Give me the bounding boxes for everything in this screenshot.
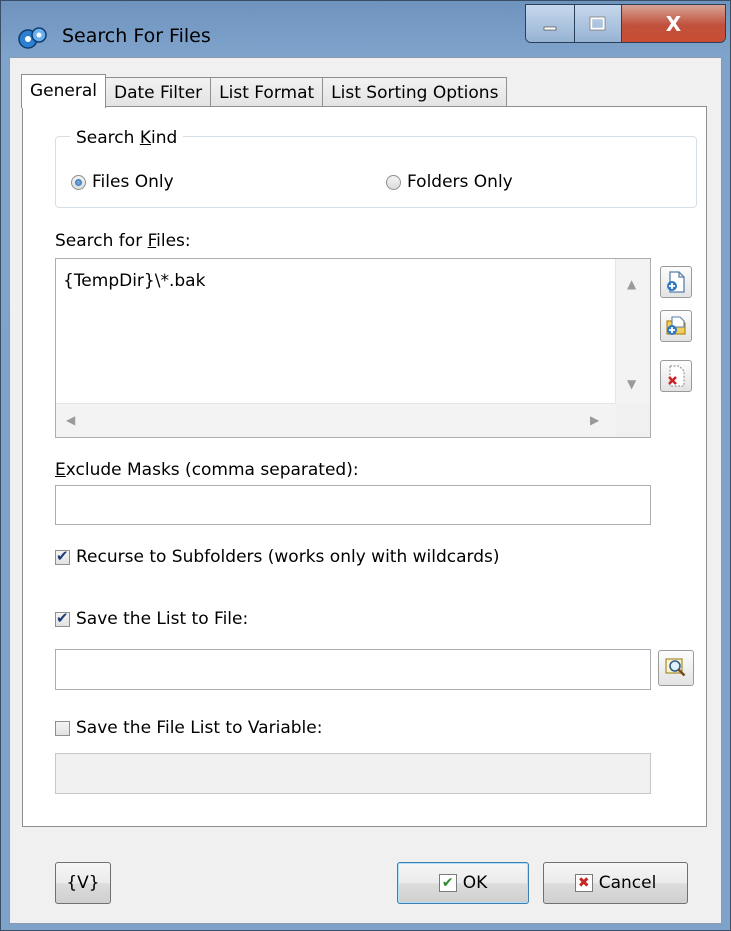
scroll-right-icon[interactable]: ▶ bbox=[590, 413, 599, 427]
ok-button[interactable]: ✔ OK bbox=[397, 862, 529, 904]
add-file-icon bbox=[667, 271, 685, 293]
save-variable-input bbox=[55, 753, 651, 794]
maximize-icon bbox=[589, 16, 606, 30]
vertical-scrollbar[interactable]: ▲ ▼ bbox=[615, 259, 650, 405]
checkbox-indicator bbox=[55, 720, 70, 736]
tab-strip: General Date Filter List Format List Sor… bbox=[21, 73, 508, 108]
cancel-x-icon: ✖ bbox=[574, 874, 593, 892]
radio-files-only-label: Files Only bbox=[92, 172, 174, 192]
radio-indicator bbox=[71, 174, 86, 190]
minimize-icon bbox=[543, 26, 557, 30]
insert-variable-button[interactable]: {V} bbox=[55, 862, 111, 904]
remove-file-icon bbox=[668, 365, 685, 387]
add-folder-icon bbox=[666, 316, 686, 335]
save-to-variable-label: Save the File List to Variable: bbox=[76, 718, 323, 738]
radio-folders-only-label: Folders Only bbox=[407, 172, 513, 192]
browse-magnifier-icon bbox=[665, 658, 686, 677]
save-to-variable-checkbox[interactable]: Save the File List to Variable: bbox=[55, 718, 322, 738]
window-title: Search For Files bbox=[62, 25, 211, 47]
exclude-masks-input[interactable] bbox=[55, 485, 651, 525]
tab-list-format[interactable]: List Format bbox=[210, 77, 324, 107]
close-button[interactable]: X bbox=[622, 5, 725, 42]
search-files-label: Search for Files: bbox=[55, 231, 191, 251]
insert-variable-label: {V} bbox=[66, 873, 100, 893]
app-icon bbox=[18, 27, 47, 49]
save-list-to-file-label: Save the List to File: bbox=[76, 609, 249, 629]
scroll-down-icon[interactable]: ▼ bbox=[627, 377, 636, 391]
checkmark-icon: ✔ bbox=[438, 874, 457, 892]
minimize-button[interactable] bbox=[526, 5, 575, 42]
close-icon: X bbox=[665, 11, 682, 36]
search-files-textarea[interactable]: {TempDir}\*.bak ▲ ▼ ◀ ▶ bbox=[55, 258, 651, 438]
radio-files-only[interactable]: Files Only bbox=[71, 172, 174, 192]
remove-item-button[interactable] bbox=[660, 360, 692, 392]
caption-buttons: X bbox=[525, 4, 726, 43]
radio-folders-only[interactable]: Folders Only bbox=[386, 172, 513, 192]
radio-indicator bbox=[386, 174, 401, 190]
save-list-file-input[interactable] bbox=[55, 649, 651, 690]
add-file-button[interactable] bbox=[660, 266, 692, 298]
checkbox-indicator bbox=[55, 547, 70, 565]
cancel-label: Cancel bbox=[598, 873, 657, 893]
recurse-subfolders-label: Recurse to Subfolders (works only with w… bbox=[76, 547, 500, 567]
checkbox-indicator bbox=[55, 609, 70, 627]
search-files-value: {TempDir}\*.bak bbox=[63, 271, 206, 291]
exclude-masks-label: Exclude Masks (comma separated): bbox=[55, 460, 359, 480]
ok-label: OK bbox=[462, 873, 488, 893]
recurse-subfolders-checkbox[interactable]: Recurse to Subfolders (works only with w… bbox=[55, 547, 500, 567]
browse-file-button[interactable] bbox=[658, 650, 694, 686]
scroll-left-icon[interactable]: ◀ bbox=[66, 413, 75, 427]
title-bar[interactable]: Search For Files X bbox=[1, 1, 730, 57]
add-folder-button[interactable] bbox=[660, 310, 692, 342]
save-list-to-file-checkbox[interactable]: Save the List to File: bbox=[55, 609, 248, 629]
tab-date-filter[interactable]: Date Filter bbox=[105, 77, 212, 107]
search-kind-label: Search Kind bbox=[70, 128, 184, 148]
cancel-button[interactable]: ✖ Cancel bbox=[543, 862, 688, 904]
tab-list-sorting-options[interactable]: List Sorting Options bbox=[322, 77, 508, 107]
scrollbar-corner bbox=[616, 404, 650, 437]
maximize-button[interactable] bbox=[575, 5, 622, 42]
tab-general[interactable]: General bbox=[21, 74, 106, 108]
scroll-up-icon[interactable]: ▲ bbox=[627, 277, 636, 291]
horizontal-scrollbar[interactable]: ◀ ▶ bbox=[56, 403, 617, 437]
